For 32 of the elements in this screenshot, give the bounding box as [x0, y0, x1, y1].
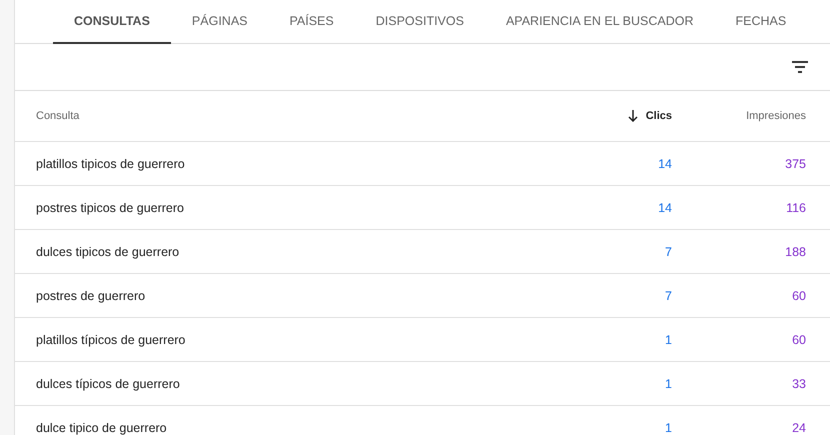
column-header[interactable]: Impresiones: [672, 110, 806, 122]
tab[interactable]: FECHAS: [714, 0, 808, 44]
table-cell-text: postres tipicos de guerrero: [36, 200, 185, 214]
table-cell-text: platillos típicos de guerrero: [36, 332, 186, 346]
table-cell-text: 1: [664, 332, 672, 346]
tab[interactable]: DISPOSITIVOS: [354, 0, 485, 44]
table-cell-text: 375: [784, 156, 806, 170]
table-cell-text: platillos tipicos de guerrero: [36, 156, 186, 170]
table-cell-text: 7: [664, 288, 672, 302]
table-cell-text: postres de guerrero: [36, 288, 146, 302]
table-cell-text: 24: [791, 420, 806, 434]
table-cell-text: 188: [784, 244, 806, 258]
table-cell-text: 116: [785, 200, 806, 214]
filter-icon[interactable]: [792, 61, 808, 73]
sort-arrow-icon: [628, 110, 638, 122]
tab[interactable]: PAÍSES: [268, 0, 355, 44]
table-cell-text: dulce tipico de guerrero: [36, 420, 168, 434]
table-cell-text: 60: [791, 332, 806, 346]
table-cell-text: 14: [657, 200, 672, 214]
table-cell-text: dulces típicos de guerrero: [36, 376, 181, 390]
table-cell-text: dulces tipicos de guerrero: [36, 244, 180, 258]
tab[interactable]: PÁGINAS: [170, 0, 268, 44]
table-cell-text: 1: [664, 376, 672, 390]
tab[interactable]: CONSULTAS: [53, 0, 171, 44]
column-header[interactable]: Consulta: [36, 110, 552, 122]
table-cell-text: 33: [791, 376, 806, 390]
tab[interactable]: APARIENCIA EN EL BUSCADOR: [484, 0, 715, 44]
table-cell-text: 7: [664, 244, 672, 258]
table-cell-text: 1: [664, 420, 672, 434]
table-cell-text: 14: [657, 156, 672, 170]
table-cell-text: 60: [791, 288, 806, 302]
column-header[interactable]: Clics: [552, 110, 672, 122]
